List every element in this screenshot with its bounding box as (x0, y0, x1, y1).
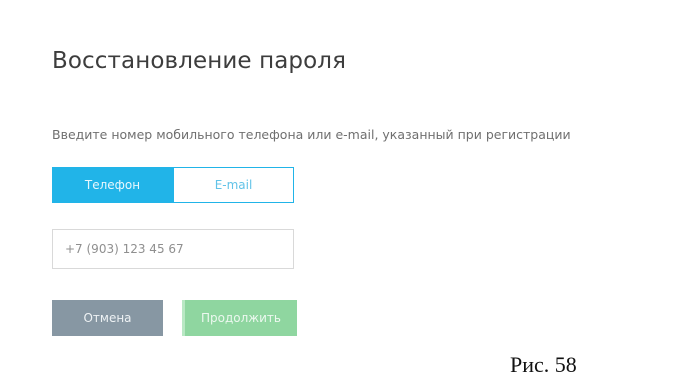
continue-button[interactable]: Продолжить (182, 300, 297, 336)
contact-method-tabs: Телефон E-mail (52, 167, 294, 203)
figure-caption: Рис. 58 (510, 352, 577, 377)
continue-button-label: Продолжить (201, 311, 281, 325)
phone-input[interactable] (52, 229, 294, 269)
tab-phone[interactable]: Телефон (52, 167, 173, 203)
tab-email[interactable]: E-mail (173, 167, 294, 203)
instruction-text: Введите номер мобильного телефона или e-… (52, 127, 571, 142)
cancel-button[interactable]: Отмена (52, 300, 163, 336)
page-title: Восстановление пароля (52, 48, 347, 74)
continue-button-edge (182, 300, 185, 336)
